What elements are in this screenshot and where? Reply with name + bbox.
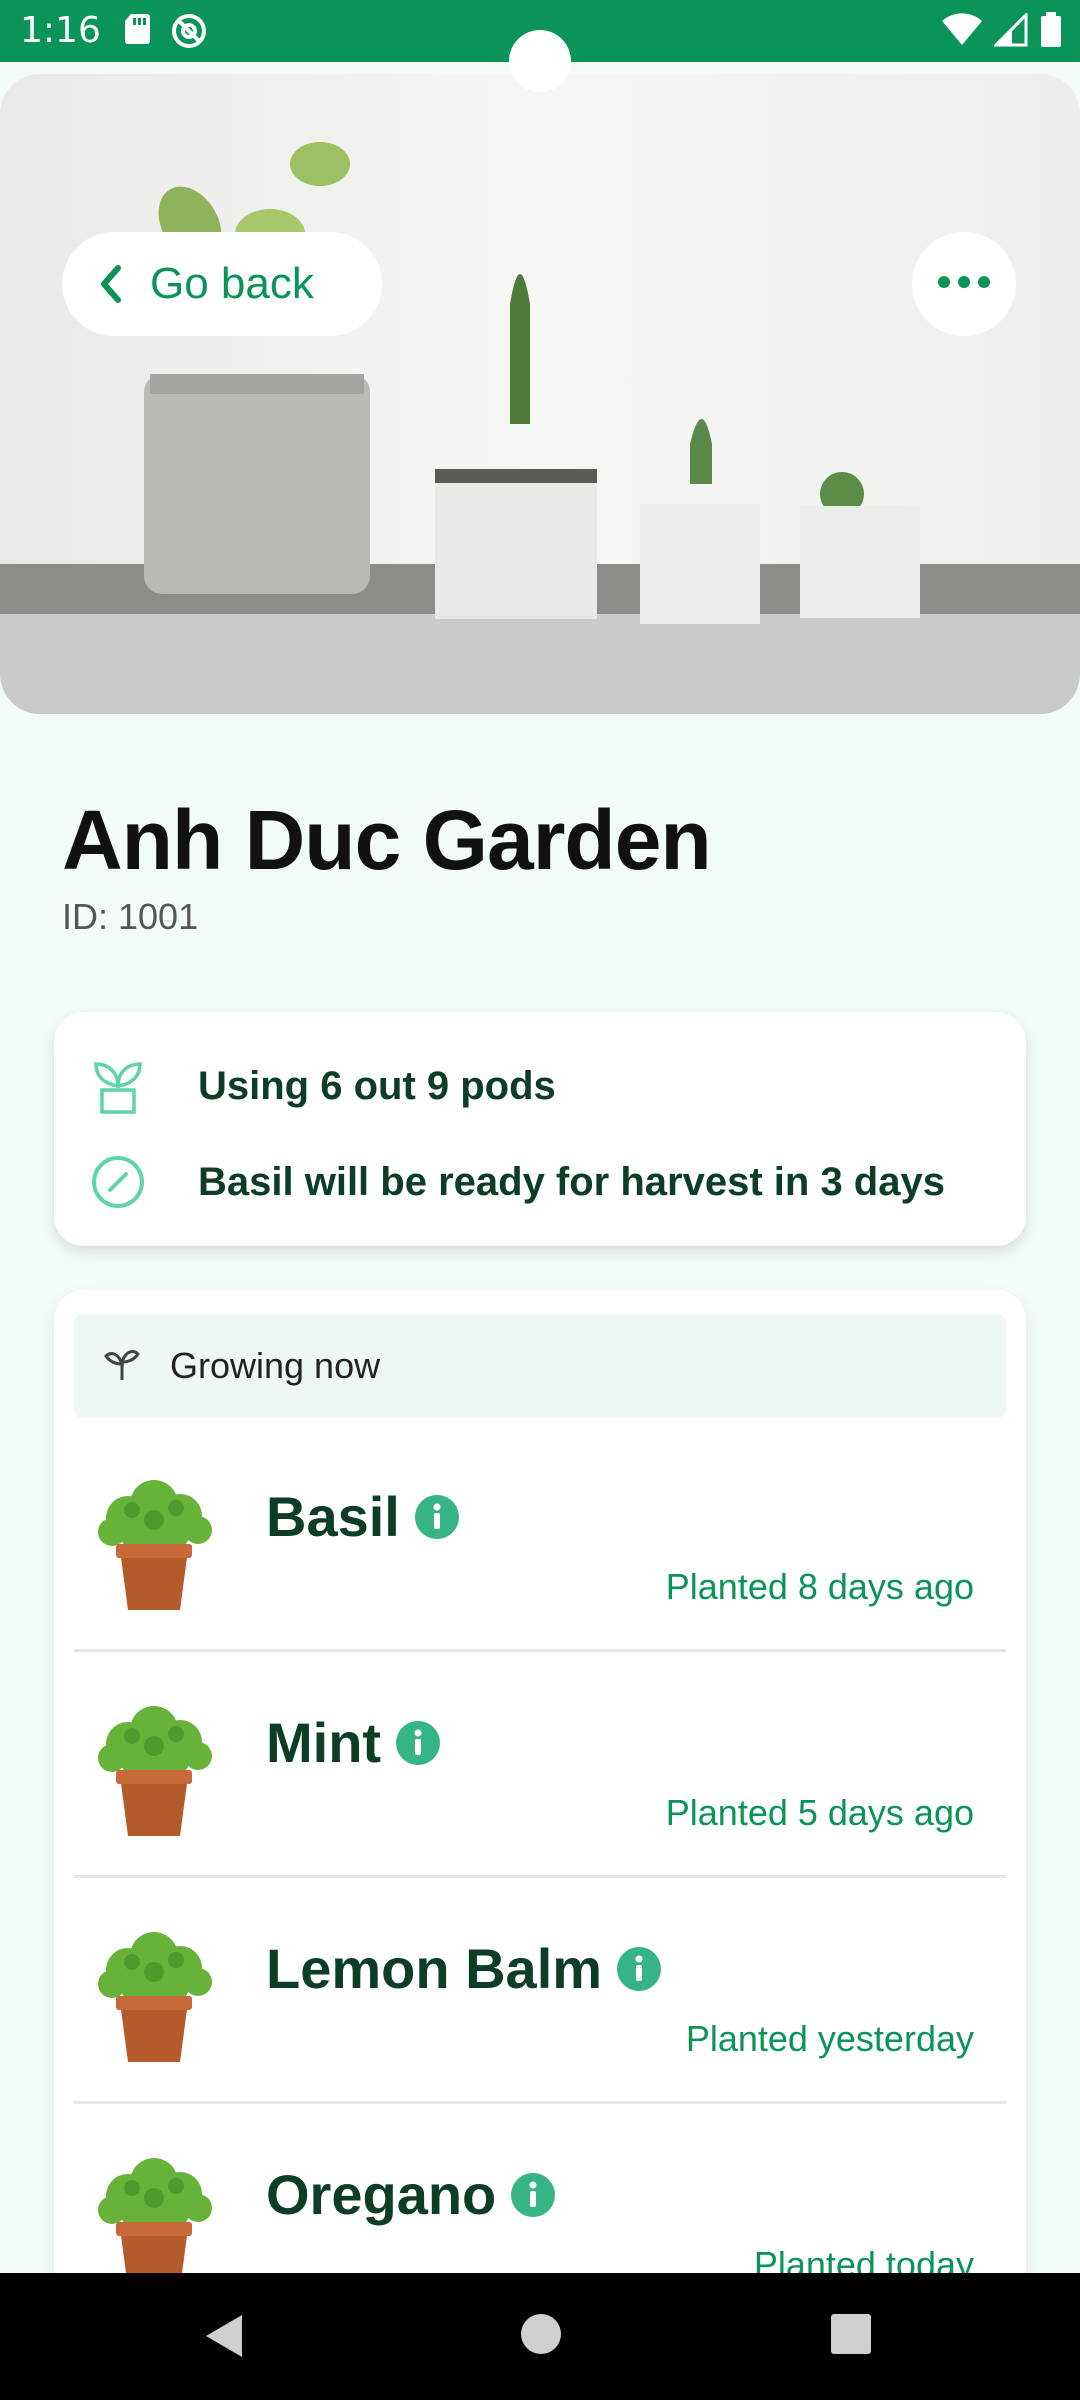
at-sign-icon xyxy=(170,12,208,55)
plant-name-row: Mint xyxy=(266,1710,441,1775)
plant-row-mint[interactable]: Mint Planted 5 days ago xyxy=(74,1652,1006,1878)
pods-usage-text: Using 6 out 9 pods xyxy=(198,1063,556,1108)
plant-pot-image xyxy=(88,1470,220,1619)
go-back-button[interactable]: Go back xyxy=(62,232,382,336)
garden-title: Anh Duc Garden xyxy=(62,793,712,887)
plant-name: Mint xyxy=(266,1711,382,1774)
more-options-button[interactable] xyxy=(912,232,1016,336)
back-nav-icon[interactable] xyxy=(204,2313,244,2364)
plants-photo xyxy=(0,74,1080,714)
plant-row-basil[interactable]: Basil Planted 8 days ago xyxy=(74,1426,1006,1652)
info-icon[interactable] xyxy=(616,1946,662,1992)
wifi-icon xyxy=(942,13,982,52)
go-back-label: Go back xyxy=(150,259,314,308)
home-nav-icon[interactable] xyxy=(520,2313,562,2360)
plant-name: Lemon Balm xyxy=(266,1937,603,2000)
signal-icon xyxy=(992,11,1028,52)
harvest-row: Basil will be ready for harvest in 3 day… xyxy=(88,1152,945,1212)
plant-row-oregano[interactable]: Oregano Planted today xyxy=(74,2104,1006,2290)
more-horizontal-icon xyxy=(937,275,991,294)
growing-now-header: Growing now xyxy=(74,1314,1006,1418)
info-icon[interactable] xyxy=(510,2172,556,2218)
planted-time: Planted 5 days ago xyxy=(665,1792,974,1833)
status-time: 1:16 xyxy=(20,10,101,51)
garden-id: ID: 1001 xyxy=(62,896,198,938)
harvest-text: Basil will be ready for harvest in 3 day… xyxy=(198,1159,945,1204)
plant-name-row: Lemon Balm xyxy=(266,1936,662,2001)
recents-nav-icon[interactable] xyxy=(830,2313,872,2360)
system-nav-bar xyxy=(0,2273,1080,2400)
growing-plants-card: Growing now Basil Planted 8 days ago Min… xyxy=(54,1290,1026,2290)
sd-card-icon xyxy=(124,12,154,55)
timer-icon xyxy=(88,1152,148,1212)
growing-now-label: Growing now xyxy=(170,1345,381,1386)
hero-image xyxy=(0,74,1080,714)
garden-id-value: 1001 xyxy=(118,896,199,937)
info-icon[interactable] xyxy=(414,1494,460,1540)
info-icon[interactable] xyxy=(395,1720,441,1766)
sprout-icon xyxy=(104,1346,140,1387)
camera-cutout xyxy=(509,30,571,92)
planted-time: Planted yesterday xyxy=(685,2018,974,2059)
planted-time: Planted 8 days ago xyxy=(665,1566,974,1607)
chevron-left-icon xyxy=(98,264,122,304)
plant-name-row: Oregano xyxy=(266,2162,556,2227)
garden-id-label: ID: xyxy=(62,896,109,937)
plant-pot-image xyxy=(88,2148,220,2290)
pods-usage-row: Using 6 out 9 pods xyxy=(88,1056,556,1116)
plant-name-row: Basil xyxy=(266,1484,460,1549)
plant-pot-image xyxy=(88,1696,220,1845)
plant-pot-image xyxy=(88,1922,220,2071)
plant-name: Basil xyxy=(266,1485,400,1548)
plant-row-lemon-balm[interactable]: Lemon Balm Planted yesterday xyxy=(74,1878,1006,2104)
planter-icon xyxy=(88,1056,148,1116)
garden-summary-card: Using 6 out 9 pods Basil will be ready f… xyxy=(54,1012,1026,1246)
battery-icon xyxy=(1040,12,1062,53)
plant-name: Oregano xyxy=(266,2163,497,2226)
